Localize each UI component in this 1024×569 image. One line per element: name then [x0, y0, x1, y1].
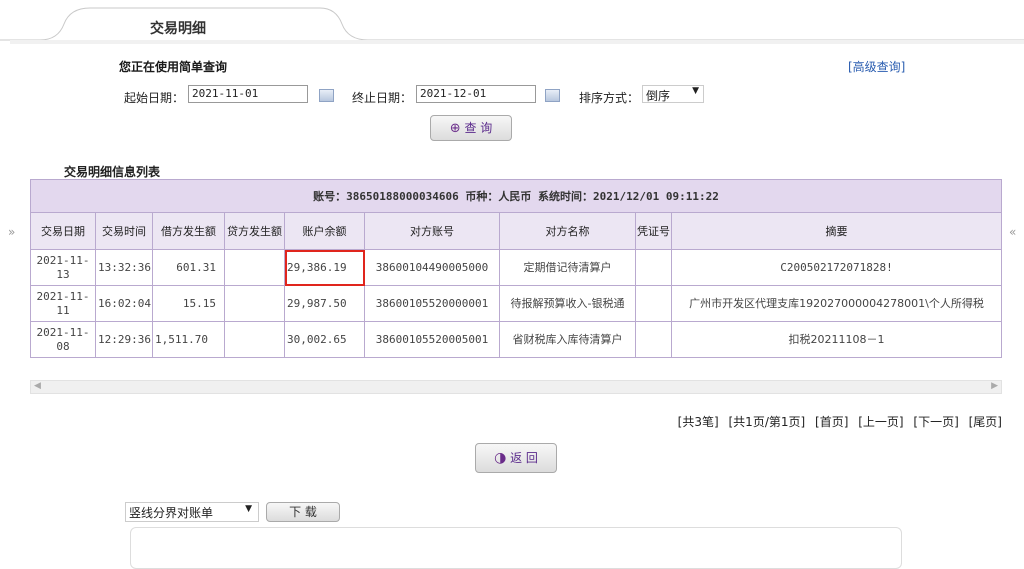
cell-memo: C200502172071828! — [671, 249, 1002, 286]
advanced-query-link[interactable]: [高级查询] — [848, 58, 905, 75]
cell-credit — [224, 321, 285, 358]
cell-debit: 601.31 — [152, 249, 225, 286]
col-header: 对方账号 — [364, 212, 500, 250]
cell-time: 13:32:36 — [95, 249, 153, 286]
col-header: 贷方发生额 — [224, 212, 285, 250]
pager-next[interactable]: [下一页] — [913, 415, 958, 429]
cell-balance: 30,002.65 — [284, 321, 365, 358]
cell-counter-name: 待报解预算收入-银税通 — [499, 285, 636, 322]
cell-counter-name: 省财税库入库待清算户 — [499, 321, 636, 358]
cell-debit: 1,511.70 — [152, 321, 225, 358]
collapse-right-icon[interactable]: « — [1009, 225, 1016, 239]
list-section-title: 交易明细信息列表 — [64, 165, 161, 179]
pager-total: [共3笔] — [677, 415, 719, 429]
table-row: 2021-11-08 12:29:36 1,511.70 30,002.65 3… — [30, 321, 1002, 358]
pager-last[interactable]: [尾页] — [969, 415, 1002, 429]
account-info: 账号：38650188000034606 币种：人民币 系统时间：2021/12… — [30, 179, 1002, 213]
cell-counter-account: 38600105520005001 — [364, 321, 500, 358]
table-header-row: 交易日期 交易时间 借方发生额 贷方发生额 账户余额 对方账号 对方名称 凭证号… — [30, 212, 1002, 250]
chevron-down-icon: ▼ — [692, 86, 699, 96]
col-header: 摘要 — [671, 212, 1002, 250]
transaction-table: 账号：38650188000034606 币种：人民币 系统时间：2021/12… — [30, 179, 1002, 358]
cell-credit — [224, 249, 285, 286]
col-header: 交易时间 — [95, 212, 153, 250]
export-format-select[interactable]: 竖线分界对账单 ▼ — [125, 502, 259, 522]
start-date-label: 起始日期： — [124, 91, 185, 105]
col-header: 对方名称 — [499, 212, 636, 250]
back-button-label: 返 回 — [510, 451, 538, 465]
download-button[interactable]: 下 载 — [266, 502, 340, 522]
horizontal-scrollbar[interactable]: ◀ ▶ — [30, 380, 1002, 394]
cell-counter-name: 定期借记待清算户 — [499, 249, 636, 286]
cell-counter-account: 38600104490005000 — [364, 249, 500, 286]
end-date-input[interactable]: 2021-12-01 — [416, 85, 536, 103]
col-header: 借方发生额 — [152, 212, 225, 250]
sort-select-value: 倒序 — [646, 89, 671, 103]
back-button[interactable]: ◑ 返 回 — [475, 443, 557, 473]
cell-memo: 扣税20211108－1 — [671, 321, 1002, 358]
search-button-label: 查 询 — [464, 121, 493, 135]
tab-transaction-detail[interactable]: 交易明细 — [150, 18, 206, 38]
start-date-input[interactable]: 2021-11-01 — [188, 85, 308, 103]
table-row: 2021-11-11 16:02:04 15.15 29,987.50 3860… — [30, 285, 1002, 322]
cell-debit: 15.15 — [152, 285, 225, 322]
bottom-frame — [130, 527, 902, 569]
search-button[interactable]: ⊕ 查 询 — [430, 115, 512, 141]
search-icon: ⊕ — [449, 121, 461, 136]
end-date-label: 终止日期： — [352, 91, 413, 105]
scroll-right-icon[interactable]: ▶ — [991, 381, 998, 391]
pager-page: [共1页/第1页] — [728, 415, 806, 429]
sort-select[interactable]: 倒序 ▼ — [642, 85, 704, 103]
cell-balance: 29,386.19 — [284, 249, 365, 286]
col-header: 交易日期 — [30, 212, 96, 250]
cell-date: 2021-11-08 — [30, 321, 96, 358]
cell-memo: 广州市开发区代理支库192027000004278001\个人所得税 — [671, 285, 1002, 322]
cell-time: 12:29:36 — [95, 321, 153, 358]
cell-time: 16:02:04 — [95, 285, 153, 322]
col-header: 账户余额 — [284, 212, 365, 250]
cell-date: 2021-11-11 — [30, 285, 96, 322]
cell-voucher — [635, 285, 672, 322]
table-row: 2021-11-13 13:32:36 601.31 29,386.19 386… — [30, 249, 1002, 286]
simple-query-title: 您正在使用简单查询 — [119, 60, 228, 74]
collapse-left-icon[interactable]: » — [8, 225, 15, 239]
cell-credit — [224, 285, 285, 322]
export-format-value: 竖线分界对账单 — [129, 506, 214, 520]
cell-voucher — [635, 249, 672, 286]
cell-voucher — [635, 321, 672, 358]
pager-prev[interactable]: [上一页] — [858, 415, 903, 429]
cell-balance: 29,987.50 — [284, 285, 365, 322]
back-icon: ◑ — [494, 450, 507, 466]
calendar-icon[interactable] — [545, 89, 560, 102]
calendar-icon[interactable] — [319, 89, 334, 102]
cell-counter-account: 38600105520000001 — [364, 285, 500, 322]
chevron-down-icon: ▼ — [245, 504, 252, 514]
scroll-left-icon[interactable]: ◀ — [34, 381, 41, 391]
cell-date: 2021-11-13 — [30, 249, 96, 286]
pager-first[interactable]: [首页] — [815, 415, 848, 429]
pagination: [共3笔] [共1页/第1页] [首页] [上一页] [下一页] [尾页] — [672, 413, 1002, 430]
sort-label: 排序方式： — [579, 91, 640, 105]
col-header: 凭证号 — [635, 212, 672, 250]
